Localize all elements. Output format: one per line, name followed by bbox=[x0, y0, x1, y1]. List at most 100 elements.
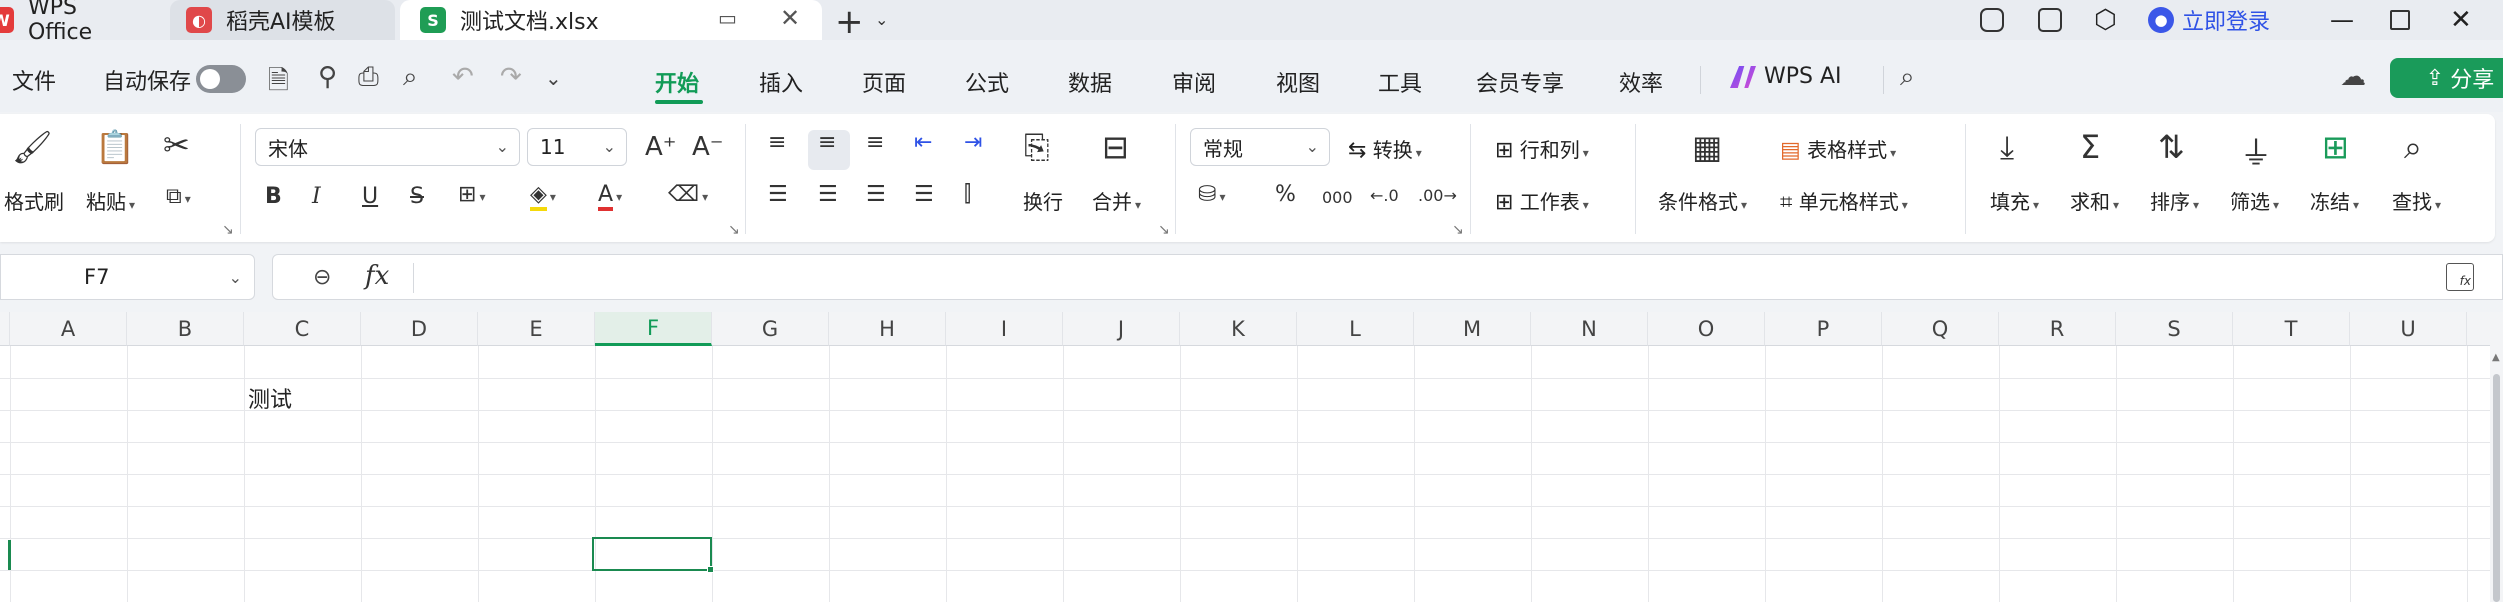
column-header-e[interactable]: E bbox=[478, 312, 595, 346]
menu-wps-ai[interactable]: WPS AI bbox=[1730, 64, 1842, 89]
tab-wps-office[interactable]: W WPS Office bbox=[0, 0, 148, 45]
align-top-icon[interactable]: ≡ bbox=[768, 130, 786, 155]
align-center-icon[interactable]: ☰ bbox=[818, 182, 838, 207]
increase-indent-icon[interactable]: ⇥ bbox=[964, 130, 982, 155]
cube-icon[interactable]: ⬡ bbox=[2094, 0, 2117, 40]
align-middle-icon[interactable]: ≡ bbox=[818, 130, 836, 155]
print-preview-icon[interactable]: ⌕ bbox=[403, 62, 418, 93]
active-cell-f7[interactable] bbox=[592, 537, 712, 571]
select-all-corner[interactable] bbox=[0, 312, 10, 346]
number-launcher-icon[interactable]: ↘ bbox=[1452, 222, 1464, 238]
column-header-l[interactable]: L bbox=[1297, 312, 1414, 346]
percent-icon[interactable]: % bbox=[1275, 182, 1296, 207]
wrap-text-label[interactable]: 换行 bbox=[1023, 186, 1063, 215]
worksheet-button[interactable]: ⊞ 工作表 ▾ bbox=[1495, 186, 1589, 215]
menu-file[interactable]: 文件 bbox=[12, 64, 56, 96]
share-button[interactable]: ⇪ 分享 bbox=[2390, 58, 2503, 98]
menu-member[interactable]: 会员专享 bbox=[1476, 66, 1564, 98]
align-right-icon[interactable]: ☰ bbox=[866, 182, 886, 207]
window-pages-icon[interactable] bbox=[2038, 0, 2062, 40]
menu-formula[interactable]: 公式 bbox=[965, 66, 1009, 98]
rows-cols-button[interactable]: ⊞ 行和列 ▾ bbox=[1495, 134, 1589, 163]
print-icon[interactable]: ⎙ bbox=[358, 62, 379, 93]
sum-button[interactable]: 求和 ▾ bbox=[2070, 186, 2119, 215]
conditional-format-button[interactable]: 条件格式 ▾ bbox=[1658, 186, 1747, 215]
sort-icon[interactable]: ⇅ bbox=[2158, 128, 2185, 166]
tab-test-document[interactable]: S 测试文档.xlsx ▭ ✕ bbox=[400, 0, 822, 40]
wrap-text-icon[interactable]: ⎘ bbox=[1024, 128, 1050, 167]
font-name-select[interactable]: 宋体 ⌄ bbox=[255, 128, 520, 166]
decrease-decimal-icon[interactable]: .00→ bbox=[1418, 186, 1457, 205]
column-header-s[interactable]: S bbox=[2116, 312, 2233, 346]
filter-icon[interactable]: ⏚ bbox=[2240, 128, 2272, 174]
cut-icon[interactable]: ✂ bbox=[163, 126, 190, 164]
clear-format-icon[interactable]: ⌫ ▾ bbox=[668, 182, 708, 207]
column-header-b[interactable]: B bbox=[127, 312, 244, 346]
cloud-upload-icon[interactable]: ☁ bbox=[2340, 62, 2366, 92]
font-size-select[interactable]: 11 ⌄ bbox=[527, 128, 627, 166]
restore-window-icon[interactable] bbox=[2390, 0, 2410, 40]
tab-daoke-templates[interactable]: ◐ 稻壳AI模板 bbox=[170, 0, 395, 40]
column-header-q[interactable]: Q bbox=[1882, 312, 1999, 346]
align-bottom-icon[interactable]: ≡ bbox=[866, 130, 884, 155]
sum-icon[interactable]: Σ bbox=[2080, 128, 2100, 166]
fill-icon[interactable]: ⤓ bbox=[2000, 128, 2014, 167]
formula-input[interactable]: ⊖ fx fx bbox=[272, 254, 2503, 300]
name-box[interactable]: F7 ⌄ bbox=[0, 254, 255, 300]
sheet-grid[interactable]: A B C D E F G H I J K L M N O P Q R S T … bbox=[0, 312, 2490, 602]
close-tab-icon[interactable]: ✕ bbox=[780, 4, 800, 32]
decrease-font-icon[interactable]: A⁻ bbox=[692, 132, 724, 162]
fill-color-icon[interactable]: ◈ ▾ bbox=[530, 182, 556, 211]
copy-icon[interactable]: ⧉ ▾ bbox=[166, 184, 191, 209]
column-header-h[interactable]: H bbox=[829, 312, 946, 346]
insert-function-icon[interactable]: fx bbox=[365, 261, 389, 291]
column-header-m[interactable]: M bbox=[1414, 312, 1531, 346]
column-header-a[interactable]: A bbox=[10, 312, 127, 346]
zoom-formula-icon[interactable]: ⊖ bbox=[313, 265, 331, 290]
column-header-k[interactable]: K bbox=[1180, 312, 1297, 346]
quick-access-more-icon[interactable]: ⌄ bbox=[545, 66, 562, 90]
convert-button[interactable]: ⇆ 转换 ▾ bbox=[1348, 134, 1422, 163]
italic-icon[interactable]: I bbox=[312, 184, 321, 209]
paste-button[interactable]: 粘贴 ▾ bbox=[86, 186, 135, 215]
cell-style-button[interactable]: ⌗ 单元格样式 ▾ bbox=[1780, 186, 1908, 215]
filter-button[interactable]: 筛选 ▾ bbox=[2230, 186, 2279, 215]
column-header-o[interactable]: O bbox=[1648, 312, 1765, 346]
expand-formula-icon[interactable]: fx bbox=[2446, 263, 2474, 291]
column-header-partial[interactable] bbox=[2467, 312, 2490, 346]
bold-icon[interactable]: B bbox=[265, 184, 282, 209]
table-style-button[interactable]: ▤ 表格样式 ▾ bbox=[1780, 134, 1896, 163]
close-window-icon[interactable]: ✕ bbox=[2450, 0, 2472, 40]
merge-cells-icon[interactable]: ⊟ bbox=[1102, 128, 1129, 166]
menu-view[interactable]: 视图 bbox=[1276, 66, 1320, 98]
monitor-icon[interactable]: ▭ bbox=[718, 6, 737, 30]
column-header-f[interactable]: F bbox=[595, 312, 712, 346]
tab-list-chevron-icon[interactable]: ⌄ bbox=[875, 10, 888, 29]
column-header-j[interactable]: J bbox=[1063, 312, 1180, 346]
find-icon[interactable]: ⌕ bbox=[2404, 128, 2422, 167]
increase-decimal-icon[interactable]: ←.0 bbox=[1370, 186, 1399, 205]
cell-c2[interactable]: 测试 bbox=[248, 382, 292, 414]
distribute-icon[interactable]: ⫿ bbox=[964, 182, 971, 207]
autosave-toggle[interactable] bbox=[196, 65, 246, 93]
column-header-n[interactable]: N bbox=[1531, 312, 1648, 346]
column-header-t[interactable]: T bbox=[2233, 312, 2350, 346]
font-color-icon[interactable]: A ▾ bbox=[598, 182, 622, 211]
conditional-format-icon[interactable]: ▦ bbox=[1692, 128, 1722, 166]
menu-data[interactable]: 数据 bbox=[1068, 66, 1112, 98]
border-icon[interactable]: ⊞ ▾ bbox=[458, 182, 485, 207]
sort-button[interactable]: 排序 ▾ bbox=[2150, 186, 2199, 215]
share-link-icon[interactable]: ⚲ bbox=[318, 62, 337, 92]
freeze-button[interactable]: 冻结 ▾ bbox=[2310, 186, 2359, 215]
vertical-scrollbar[interactable]: ▲ bbox=[2490, 312, 2503, 602]
clipboard-launcher-icon[interactable]: ↘ bbox=[222, 222, 234, 238]
minimize-icon[interactable]: — bbox=[2330, 0, 2354, 40]
login-button[interactable]: ● 立即登录 bbox=[2148, 0, 2270, 40]
menu-tools[interactable]: 工具 bbox=[1378, 66, 1422, 98]
undo-icon[interactable]: ↶ bbox=[452, 62, 474, 92]
underline-icon[interactable]: U bbox=[362, 184, 378, 209]
increase-font-icon[interactable]: A⁺ bbox=[645, 132, 677, 162]
merge-button[interactable]: 合并 ▾ bbox=[1092, 186, 1141, 215]
skin-icon[interactable] bbox=[1980, 0, 2004, 40]
search-icon[interactable]: ⌕ bbox=[1900, 62, 1915, 93]
